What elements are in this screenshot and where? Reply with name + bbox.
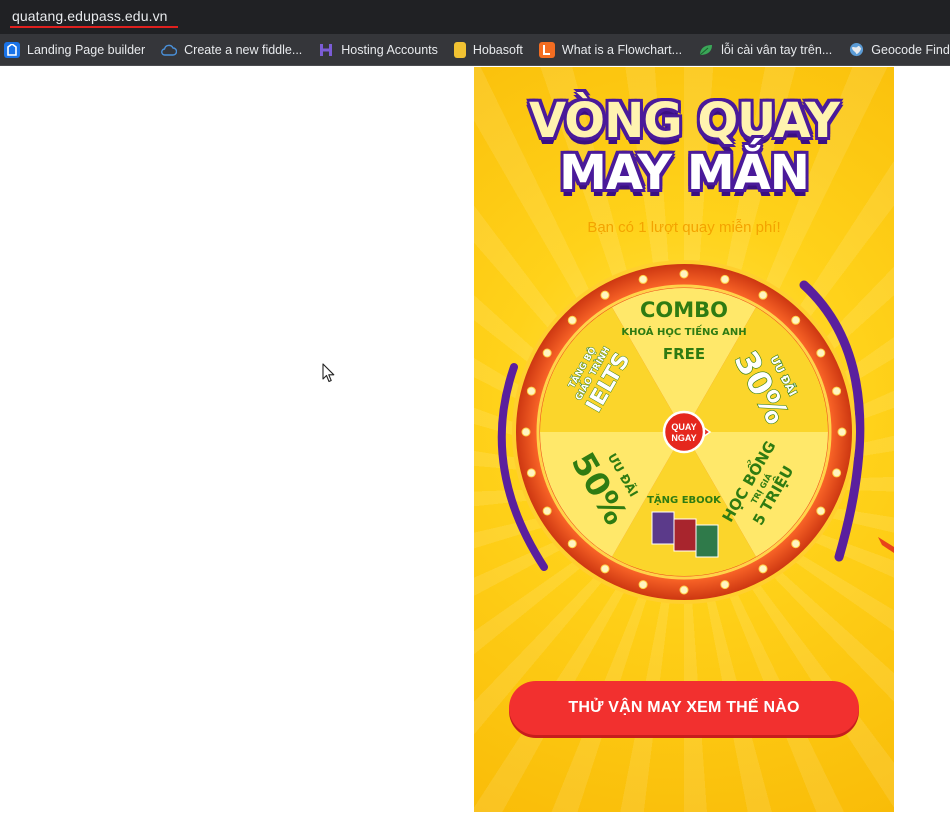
rim-light: [521, 427, 531, 437]
bookmark-create-fiddle[interactable]: Create a new fiddle...: [161, 38, 310, 62]
spins-remaining-text: Bạn có 1 lượt quay miễn phí!: [587, 219, 781, 236]
segment-combo-free: FREE: [663, 345, 705, 363]
cloud-icon: [161, 42, 178, 58]
rim-light: [526, 468, 536, 478]
leaf-icon: [698, 42, 714, 58]
url-text[interactable]: quatang.edupass.edu.vn: [12, 8, 168, 24]
rim-light: [567, 539, 577, 549]
ebook-cover-1: [651, 511, 675, 545]
rim-light: [758, 290, 768, 300]
rim-light: [638, 580, 648, 590]
rim-light: [791, 539, 801, 549]
segment-combo-title: COMBO: [640, 298, 728, 322]
rim-light: [679, 269, 689, 279]
bookmark-label: lỗi cài vân tay trên...: [721, 42, 833, 57]
bookmark-landing-page-builder[interactable]: Landing Page builder: [4, 38, 153, 62]
bookmark-label: What is a Flowchart...: [561, 42, 683, 57]
rim-light: [638, 274, 648, 284]
segment-ebook-title: TẶNG EBOOK: [647, 492, 722, 506]
bookmark-geocode-finder[interactable]: Geocode Finder: [848, 38, 950, 62]
rim-light: [720, 580, 730, 590]
rim-light: [600, 564, 610, 574]
lucky-wheel-panel: VÒNG QUAY MAY MẮN Bạn có 1 lượt quay miễ…: [474, 67, 894, 812]
page-content: VÒNG QUAY MAY MẮN Bạn có 1 lượt quay miễ…: [0, 67, 950, 833]
rim-light: [567, 315, 577, 325]
url-underline: [10, 26, 178, 28]
bookmark-hobasoft[interactable]: Hobasoft: [453, 38, 531, 62]
rim-light: [837, 427, 847, 437]
rim-light: [758, 564, 768, 574]
rim-light: [542, 348, 552, 358]
spin-button-label-1: QUAY: [671, 422, 696, 432]
spin-button-label-2: NGAY: [671, 433, 696, 443]
address-bar: quatang.edupass.edu.vn: [0, 0, 950, 34]
globe-icon: [848, 42, 864, 58]
ebook-cover-2: [673, 518, 697, 552]
rim-light: [720, 274, 730, 284]
bookmark-flowchart[interactable]: What is a Flowchart...: [538, 38, 690, 62]
bookmark-label: Hosting Accounts: [341, 42, 438, 57]
bookmark-fingerprint[interactable]: lỗi cài vân tay trên...: [698, 38, 840, 62]
decor-arc-edge: [878, 537, 894, 553]
bookmark-label: Landing Page builder: [27, 42, 146, 57]
spin-button-circle[interactable]: [662, 410, 706, 454]
bookmarks-bar: Landing Page builder Create a new fiddle…: [0, 34, 950, 66]
lucky-wheel[interactable]: COMBO KHOÁ HỌC TIẾNG ANH FREE ƯU ĐÃI 30%…: [474, 257, 894, 617]
bookmark-label: Geocode Finder: [871, 42, 950, 57]
bookmark-label: Hobasoft: [472, 42, 523, 57]
folder-icon: [453, 41, 466, 58]
rim-light: [526, 386, 536, 396]
ebook-cover-3: [695, 524, 719, 558]
game-title: VÒNG QUAY MAY MẮN: [474, 95, 894, 199]
lucid-icon: [538, 41, 555, 58]
rim-light: [816, 506, 826, 516]
rim-light: [832, 468, 842, 478]
ladipage-icon: [4, 41, 20, 58]
title-line-1: VÒNG QUAY: [528, 93, 840, 149]
hosting-icon: [318, 42, 334, 58]
url-field[interactable]: quatang.edupass.edu.vn: [4, 4, 944, 30]
rim-light: [600, 290, 610, 300]
mouse-cursor-icon: [322, 363, 335, 383]
rim-light: [816, 348, 826, 358]
rim-light: [679, 585, 689, 595]
rim-light: [791, 315, 801, 325]
try-luck-button[interactable]: THỬ VẬN MAY XEM THẾ NÀO: [509, 681, 859, 735]
title-line-2: MAY MẮN: [559, 145, 810, 201]
bookmark-label: Create a new fiddle...: [184, 42, 303, 57]
bookmark-hosting-accounts[interactable]: Hosting Accounts: [318, 38, 446, 62]
rim-light: [542, 506, 552, 516]
rim-light: [832, 386, 842, 396]
